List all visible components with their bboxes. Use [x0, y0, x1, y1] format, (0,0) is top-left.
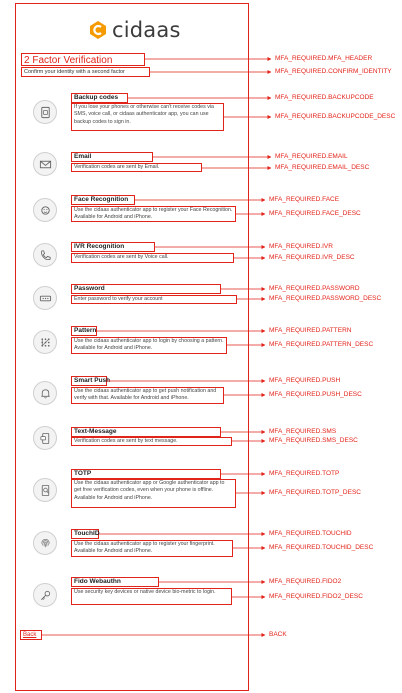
annotation-label: MFA_REQUIRED.PASSWORD_DESC [269, 295, 382, 302]
security-key-icon [33, 583, 57, 607]
annotation-label: MFA_REQUIRED.TOUCHID_DESC [269, 544, 374, 551]
item-desc: Use security key devices or native devic… [71, 588, 232, 605]
pattern-icon [33, 330, 57, 354]
item-title: Backup codes [71, 93, 128, 103]
face-icon [33, 198, 57, 222]
annotation-label: MFA_REQUIRED.PATTERN_DESC [269, 341, 374, 348]
page-title: 2 Factor Verification [21, 53, 145, 66]
annotation-label: BACK [269, 631, 287, 638]
cidaas-logo: cidaas [88, 16, 181, 44]
item-title: Smart Push [71, 376, 110, 386]
annotation-label: MFA_REQUIRED.CONFIRM_IDENTITY [275, 68, 392, 75]
annotation-label: MFA_REQUIRED.EMAIL [275, 153, 348, 160]
annotation-label: MFA_REQUIRED.PATTERN [269, 327, 352, 334]
backup-code-icon [33, 100, 57, 124]
item-title: TouchID [71, 529, 100, 539]
back-link[interactable]: Back [20, 630, 42, 640]
bell-icon [33, 381, 57, 405]
item-title: Email [71, 152, 153, 162]
item-desc: Use the cidaas authenticator app to logi… [71, 337, 227, 354]
annotation-label: MFA_REQUIRED.BACKUPCODE_DESC [275, 113, 396, 120]
item-title: TOTP [71, 469, 221, 479]
annotation-label: MFA_REQUIRED.MFA_HEADER [275, 55, 373, 62]
annotation-label: MFA_REQUIRED.EMAIL_DESC [275, 164, 370, 171]
item-title: Password [71, 284, 221, 294]
annotation-label: MFA_REQUIRED.IVR_DESC [269, 254, 355, 261]
annotation-label: MFA_REQUIRED.FIDO2 [269, 578, 342, 585]
logo-mark-icon [88, 20, 108, 40]
page-subtitle: Confirm your identity with a second fact… [21, 67, 150, 77]
logo-text: cidaas [112, 18, 181, 42]
item-desc: Use the cidaas authenticator app to regi… [71, 540, 233, 557]
sms-icon [33, 426, 57, 450]
annotation-label: MFA_REQUIRED.FACE [269, 196, 340, 203]
fingerprint-icon [33, 531, 57, 555]
item-title: Face Recognition [71, 195, 135, 205]
item-title: IVR Recognition [71, 242, 155, 252]
item-desc: Use the cidaas authenticator app to regi… [71, 206, 236, 222]
item-title: Fido Webauthn [71, 577, 159, 587]
annotation-label: MFA_REQUIRED.PASSWORD [269, 285, 360, 292]
phone-icon [33, 243, 57, 267]
annotation-label: MFA_REQUIRED.SMS_DESC [269, 437, 358, 444]
annotation-label: MFA_REQUIRED.IVR [269, 243, 333, 250]
item-desc: Use the cidaas authenticator app to get … [71, 387, 224, 404]
annotation-label: MFA_REQUIRED.BACKUPCODE [275, 94, 374, 101]
annotation-label: MFA_REQUIRED.SMS [269, 428, 337, 435]
annotation-label: MFA_REQUIRED.FIDO2_DESC [269, 593, 363, 600]
item-desc: Verification codes are sent by Voice cal… [71, 253, 234, 263]
annotation-label: MFA_REQUIRED.TOTP [269, 470, 340, 477]
email-icon [33, 152, 57, 176]
annotation-label: MFA_REQUIRED.PUSH_DESC [269, 391, 362, 398]
annotation-label: MFA_REQUIRED.TOUCHID [269, 530, 352, 537]
item-desc: Verification codes are sent by text mess… [71, 437, 232, 446]
annotation-label: MFA_REQUIRED.FACE_DESC [269, 210, 361, 217]
item-desc: Use the cidaas authenticator app or Goog… [71, 479, 236, 508]
item-title: Text-Message [71, 427, 221, 437]
item-desc: Verification codes are sent by Email. [71, 163, 202, 172]
item-desc: Enter password to verify your account [71, 295, 237, 304]
item-desc: If you lose your phones or otherwise can… [71, 103, 224, 131]
annotation-label: MFA_REQUIRED.PUSH [269, 377, 341, 384]
annotation-label: MFA_REQUIRED.TOTP_DESC [269, 489, 361, 496]
totp-icon [33, 478, 57, 502]
password-icon [33, 286, 57, 310]
item-title: Pattern [71, 326, 97, 336]
